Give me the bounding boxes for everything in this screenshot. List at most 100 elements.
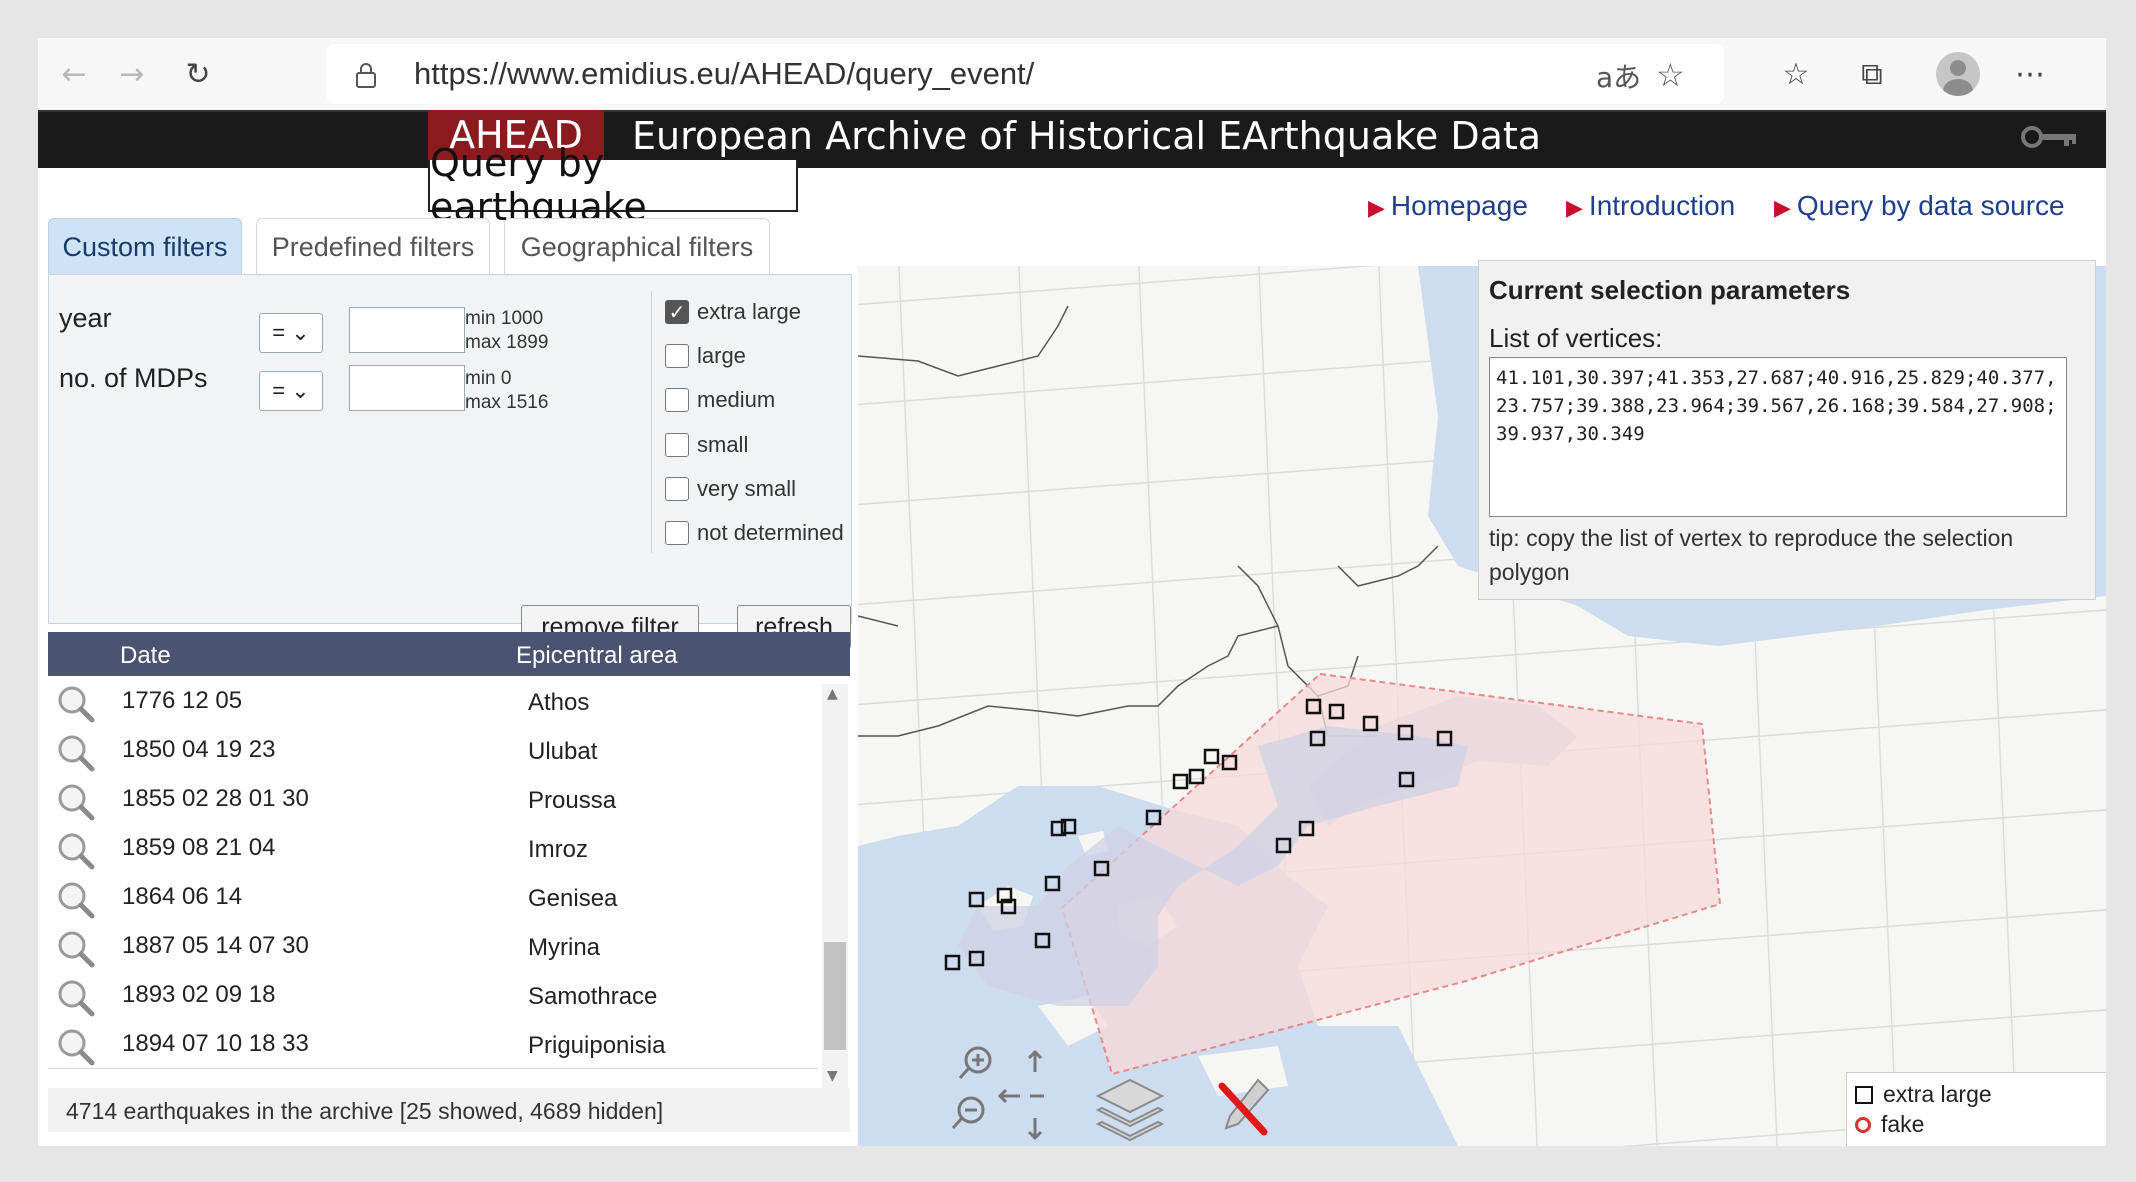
circle-icon xyxy=(1855,1116,1871,1133)
magnifier-icon[interactable] xyxy=(56,684,96,724)
selection-parameters-panel: Current selection parameters List of ver… xyxy=(1478,260,2096,600)
read-aloud-icon[interactable]: aあ xyxy=(1596,56,1641,96)
map-legend: extra large fake xyxy=(1846,1072,2106,1146)
row-epicentral-area: Athos xyxy=(528,689,590,716)
selection-title: Current selection parameters xyxy=(1489,275,1851,305)
scroll-down-icon[interactable]: ▼ xyxy=(827,1068,838,1084)
square-icon xyxy=(1855,1085,1873,1104)
vertices-textarea[interactable]: 41.101,30.397;41.353,27.687;40.916,25.82… xyxy=(1489,357,2067,517)
tab-custom-filters[interactable]: Custom filters xyxy=(48,218,242,275)
selection-tip: tip: copy the list of vertex to reproduc… xyxy=(1489,525,2014,585)
event-marker[interactable] xyxy=(1203,748,1220,765)
results-table: Date Epicentral area 1776 12 05 Athos 1850… xyxy=(48,632,850,1132)
address-bar[interactable]: https://www.emidius.eu/AHEAD/query_event… xyxy=(326,44,1724,104)
event-marker[interactable] xyxy=(1188,768,1205,785)
table-row[interactable]: 1776 12 05 Athos xyxy=(48,676,818,726)
checkbox-large[interactable]: large xyxy=(665,341,746,371)
forward-arrow-icon[interactable]: → xyxy=(110,52,154,96)
table-footer: 4714 earthquakes in the archive [25 show… xyxy=(48,1088,850,1132)
column-epicentral-area[interactable]: Epicentral area xyxy=(516,642,677,670)
map-navigation-controls[interactable] xyxy=(938,1046,1048,1146)
introduction-link[interactable]: ▶ Introduction xyxy=(1566,190,1735,222)
legend-item-fake: fake xyxy=(1855,1111,1924,1138)
url-text[interactable]: https://www.emidius.eu/AHEAD/query_event… xyxy=(414,56,1034,92)
checkbox-not-determined[interactable]: not determined xyxy=(665,518,844,548)
table-scrollbar[interactable]: ▲ ▼ xyxy=(822,684,848,1088)
row-epicentral-area: Proussa xyxy=(528,787,617,814)
legend-item-extra-large: extra large xyxy=(1855,1081,1992,1108)
checkbox-extra-large[interactable]: ✓ extra large xyxy=(665,297,801,327)
checkbox-small[interactable]: small xyxy=(665,430,748,460)
link-arrow-icon: ▶ xyxy=(1368,195,1385,220)
row-date: 1850 04 19 23 xyxy=(122,736,276,763)
query-by-data-source-link[interactable]: ▶ Query by data source xyxy=(1774,190,2065,222)
magnifier-icon[interactable] xyxy=(56,929,96,969)
mdps-label: no. of MDPs xyxy=(59,363,208,393)
checkmark-icon[interactable]: ✓ xyxy=(665,300,689,324)
magnifier-icon[interactable] xyxy=(56,1027,96,1067)
row-epicentral-area: Samothrace xyxy=(528,983,658,1010)
checkbox-very-small[interactable]: very small xyxy=(665,474,796,504)
filter-divider xyxy=(651,291,652,553)
year-input[interactable] xyxy=(349,307,465,353)
table-row[interactable]: 1887 05 14 07 30 Myrina xyxy=(48,921,818,971)
row-date: 1893 02 09 18 xyxy=(122,981,276,1008)
table-row[interactable]: 1850 04 19 23 Ulubat xyxy=(48,725,818,775)
homepage-link[interactable]: ▶ Homepage xyxy=(1368,190,1528,222)
layers-icon[interactable] xyxy=(1094,1074,1166,1146)
chevron-down-icon: ⌄ xyxy=(291,320,310,345)
table-header: Date Epicentral area xyxy=(48,632,850,676)
table-row[interactable]: 1859 08 21 04 Imroz xyxy=(48,823,818,873)
year-operator-select[interactable]: = ⌄ xyxy=(259,313,323,353)
key-icon[interactable] xyxy=(2020,122,2080,152)
magnifier-icon[interactable] xyxy=(56,978,96,1018)
lock-icon[interactable] xyxy=(354,62,378,88)
magnifier-icon[interactable] xyxy=(56,782,96,822)
chevron-down-icon: ⌄ xyxy=(291,378,310,403)
profile-avatar-icon[interactable] xyxy=(1936,52,1980,96)
table-row[interactable]: 1893 02 09 18 Samothrace xyxy=(48,970,818,1020)
link-arrow-icon: ▶ xyxy=(1566,195,1583,220)
reload-icon[interactable]: ↻ xyxy=(176,52,220,96)
checkbox-medium[interactable]: medium xyxy=(665,385,775,415)
table-row[interactable]: 1864 06 14 Genisea xyxy=(48,872,818,922)
table-row[interactable]: 1894 07 10 18 33 Priguiponisia xyxy=(48,1019,818,1069)
magnifier-icon[interactable] xyxy=(56,733,96,773)
custom-filter-panel: year = ⌄ min 1000 max 1899 no. of MDPs = … xyxy=(48,274,852,649)
row-date: 1887 05 14 07 30 xyxy=(122,932,309,959)
row-date: 1864 06 14 xyxy=(122,883,243,910)
row-date: 1859 08 21 04 xyxy=(122,834,276,861)
favorites-icon[interactable]: ☆ xyxy=(1774,52,1818,96)
draw-polygon-disabled-icon[interactable] xyxy=(1214,1072,1274,1142)
row-epicentral-area: Imroz xyxy=(528,836,588,863)
year-range-hint: min 1000 max 1899 xyxy=(465,308,549,353)
row-date: 1855 02 28 01 30 xyxy=(122,785,309,812)
row-epicentral-area: Genisea xyxy=(528,885,618,912)
country-borders xyxy=(858,305,1439,737)
scroll-thumb[interactable] xyxy=(824,942,846,1050)
row-date: 1776 12 05 xyxy=(122,687,243,714)
magnifier-icon[interactable] xyxy=(56,831,96,871)
year-label: year xyxy=(59,303,112,333)
column-date[interactable]: Date xyxy=(120,642,171,670)
back-arrow-icon[interactable]: ← xyxy=(52,52,96,96)
row-epicentral-area: Myrina xyxy=(528,934,601,961)
page-title: Query by earthquake xyxy=(428,141,798,229)
collections-icon[interactable]: ⧉ xyxy=(1850,52,1894,96)
event-marker[interactable] xyxy=(1172,773,1189,790)
add-favorite-icon[interactable]: ☆ xyxy=(1656,56,1685,94)
tab-geographical-filters[interactable]: Geographical filters xyxy=(504,218,770,275)
scroll-up-icon[interactable]: ▲ xyxy=(827,686,838,702)
vertices-label: List of vertices: xyxy=(1489,323,1663,353)
row-date: 1894 07 10 18 33 xyxy=(122,1030,309,1057)
browser-toolbar: ← → ↻ https://www.emidius.eu/AHEAD/query… xyxy=(38,38,2106,110)
mdps-operator-select[interactable]: = ⌄ xyxy=(259,371,323,411)
table-row[interactable]: 1855 02 28 01 30 Proussa xyxy=(48,774,818,824)
magnifier-icon[interactable] xyxy=(56,880,96,920)
row-epicentral-area: Priguiponisia xyxy=(528,1032,666,1059)
link-arrow-icon: ▶ xyxy=(1774,195,1791,220)
mdps-input[interactable] xyxy=(349,365,465,411)
browser-window: ← → ↻ https://www.emidius.eu/AHEAD/query… xyxy=(38,38,2106,1146)
tab-predefined-filters[interactable]: Predefined filters xyxy=(256,218,490,275)
more-options-icon[interactable]: ⋯ xyxy=(2008,52,2052,96)
